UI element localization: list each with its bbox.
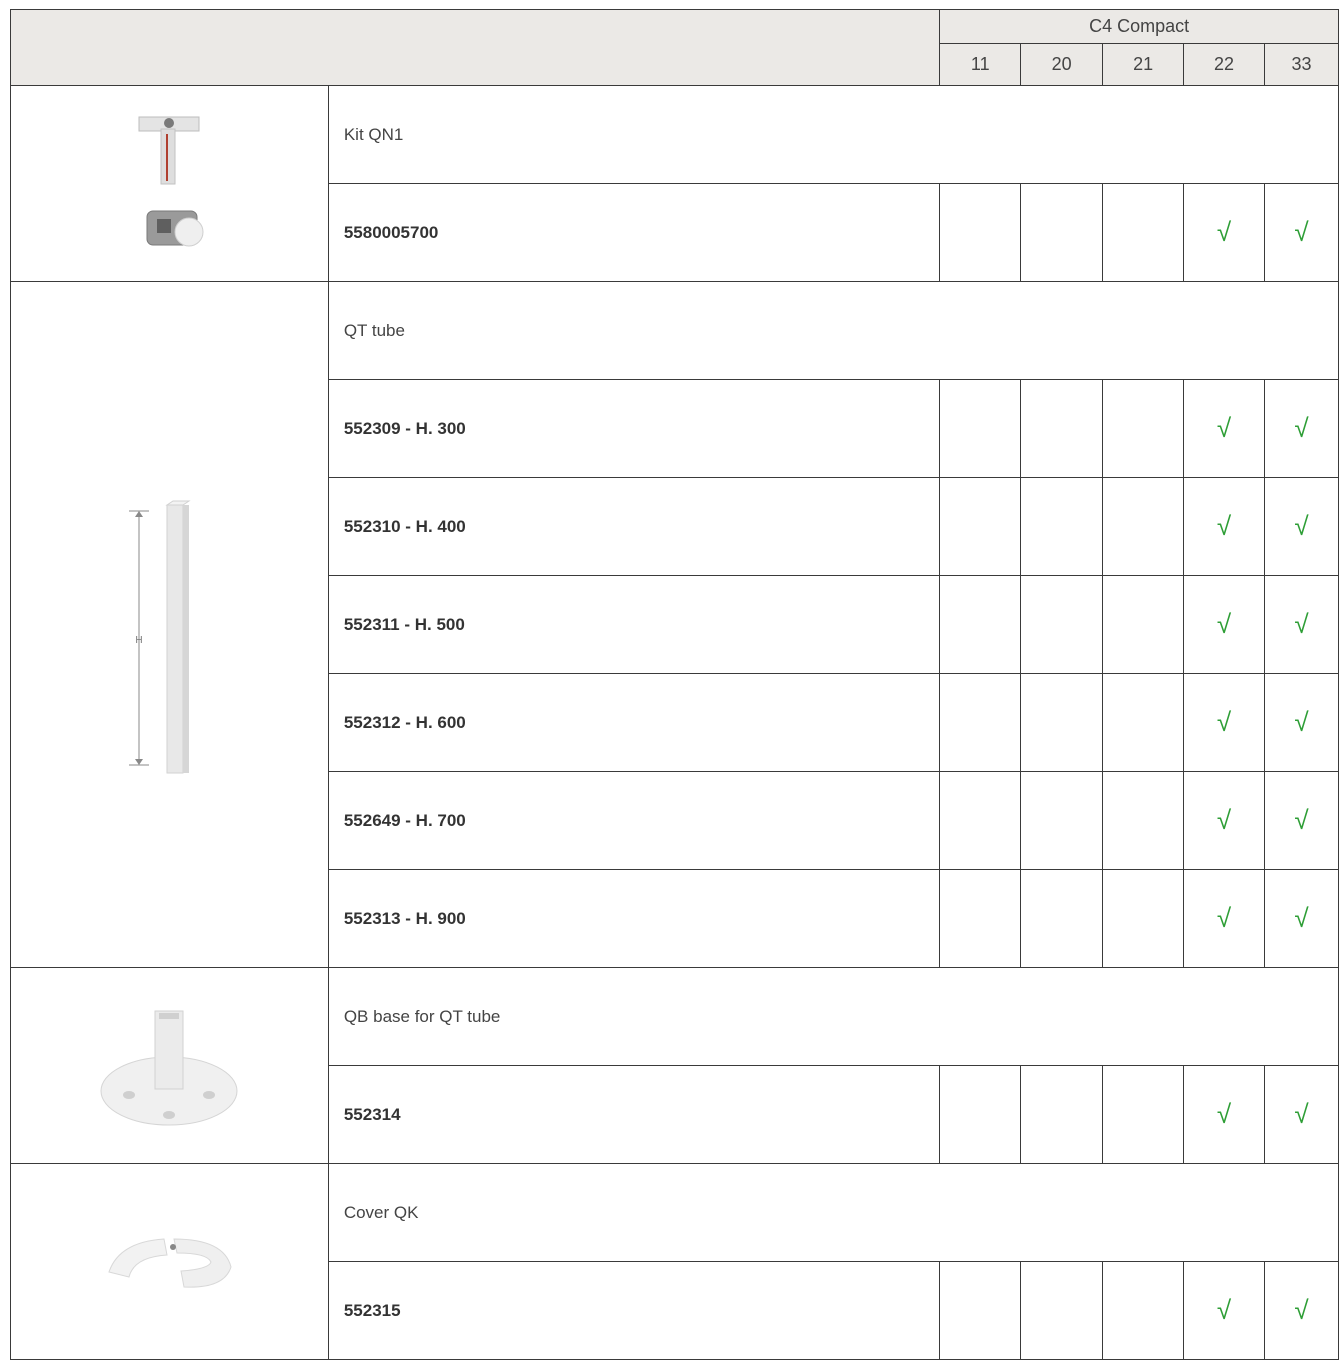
compat-cell [1020, 379, 1104, 478]
compat-cell [939, 673, 1022, 772]
kit-qn1-image-cell [10, 85, 329, 282]
section-description: QB base for QT tube [327, 967, 1339, 1066]
compat-cell [939, 575, 1022, 674]
compat-cell [1102, 183, 1185, 282]
qt-tube-image-cell: H [10, 281, 329, 968]
article-code: 552649 - H. 700 [327, 771, 941, 870]
column-header-21: 21 [1102, 43, 1185, 86]
header-blank [9, 9, 941, 86]
qb-base-image-cell [10, 967, 329, 1164]
compatibility-table: C4 Compact 11 20 21 22 33 Kit QN1 558000… [9, 9, 1339, 1360]
compat-cell [1102, 771, 1185, 870]
check-icon: √ [1263, 869, 1339, 968]
column-header-33: 33 [1263, 43, 1339, 86]
compat-cell [1020, 477, 1104, 576]
dimension-label: H [136, 635, 143, 646]
article-code: 552312 - H. 600 [327, 673, 941, 772]
compat-cell [1020, 673, 1104, 772]
section-description: Cover QK [327, 1163, 1339, 1262]
check-icon: √ [1183, 673, 1265, 772]
article-code: 552314 [327, 1065, 941, 1164]
accessory-compatibility-page: C4 Compact 11 20 21 22 33 Kit QN1 558000… [0, 0, 1339, 1360]
compat-cell [939, 183, 1022, 282]
compat-cell [1020, 1261, 1104, 1360]
compat-cell [939, 1065, 1022, 1164]
column-header-11: 11 [939, 43, 1022, 86]
article-code: 552311 - H. 500 [327, 575, 941, 674]
compat-cell [1102, 575, 1185, 674]
compat-cell [1020, 869, 1104, 968]
article-code: 5580005700 [327, 183, 941, 282]
section-description: Kit QN1 [327, 85, 1339, 184]
article-code: 552313 - H. 900 [327, 869, 941, 968]
compat-cell [1102, 673, 1185, 772]
check-icon: √ [1183, 477, 1265, 576]
compat-cell [939, 477, 1022, 576]
compat-cell [1102, 379, 1185, 478]
check-icon: √ [1183, 575, 1265, 674]
compat-cell [1020, 575, 1104, 674]
compat-cell [1102, 477, 1185, 576]
column-header-20: 20 [1020, 43, 1104, 86]
compat-cell [939, 379, 1022, 478]
compat-cell [1020, 183, 1104, 282]
check-icon: √ [1183, 379, 1265, 478]
cover-qk-image [108, 1237, 232, 1288]
check-icon: √ [1263, 575, 1339, 674]
compat-cell [1020, 771, 1104, 870]
check-icon: √ [1263, 183, 1339, 282]
check-icon: √ [1263, 379, 1339, 478]
check-icon: √ [1183, 183, 1265, 282]
column-header-22: 22 [1183, 43, 1265, 86]
section-description: QT tube [327, 281, 1339, 380]
compat-cell [939, 771, 1022, 870]
check-icon: √ [1183, 869, 1265, 968]
article-code: 552310 - H. 400 [327, 477, 941, 576]
check-icon: √ [1183, 1261, 1265, 1360]
check-icon: √ [1263, 1261, 1339, 1360]
compat-cell [1020, 1065, 1104, 1164]
article-code: 552309 - H. 300 [327, 379, 941, 478]
compat-cell [1102, 869, 1185, 968]
check-icon: √ [1263, 477, 1339, 576]
compat-cell [1102, 1065, 1185, 1164]
compat-cell [939, 1261, 1022, 1360]
compat-cell [939, 869, 1022, 968]
article-code: 552315 [327, 1261, 941, 1360]
check-icon: √ [1263, 771, 1339, 870]
group-header: C4 Compact [939, 9, 1339, 44]
kit-qn1-bracket-image [138, 116, 204, 246]
cover-qk-image-cell [10, 1163, 329, 1360]
qb-base-image [100, 1010, 238, 1125]
check-icon: √ [1183, 1065, 1265, 1164]
check-icon: √ [1183, 771, 1265, 870]
check-icon: √ [1263, 1065, 1339, 1164]
compat-cell [1102, 1261, 1185, 1360]
qt-tube-image: H [129, 500, 192, 773]
check-icon: √ [1263, 673, 1339, 772]
